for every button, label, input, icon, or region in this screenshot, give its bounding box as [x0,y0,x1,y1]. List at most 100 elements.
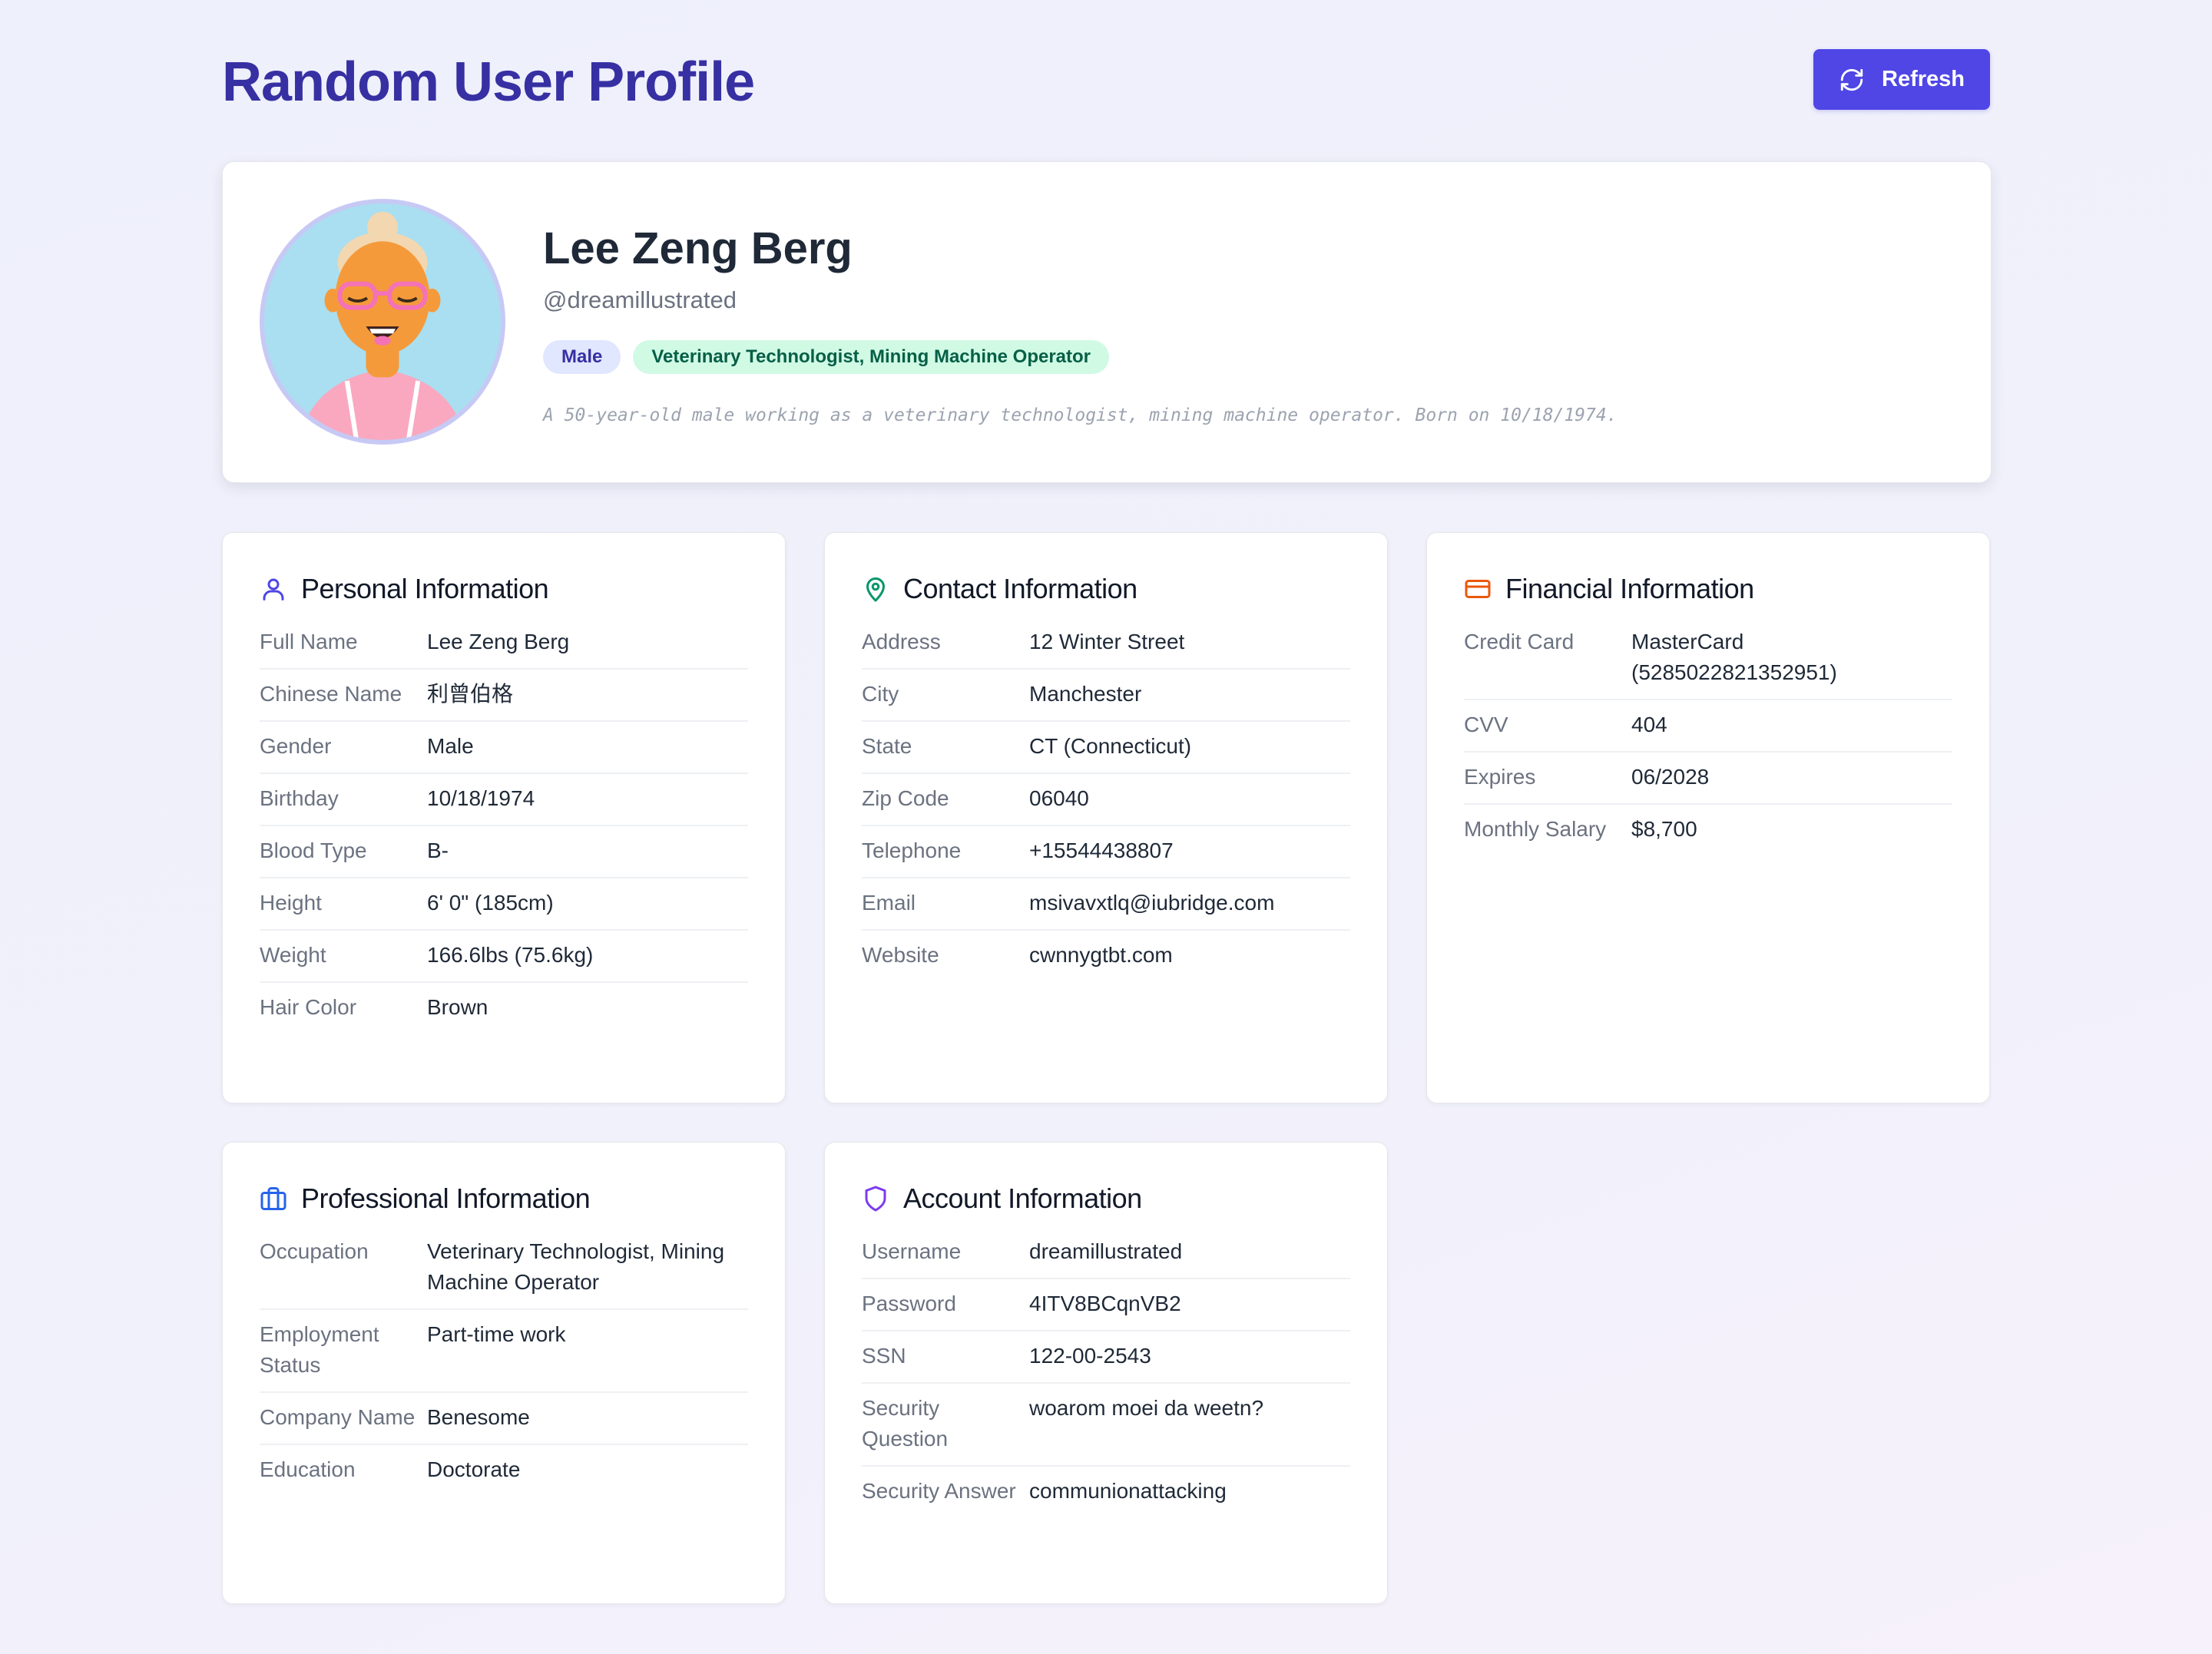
financial-info-card: Financial Information Credit Card MasterC… [1426,532,1990,1103]
map-pin-icon [866,577,885,602]
row-label: Email [862,891,916,915]
info-row: Telephone +15544438807 [862,826,1350,878]
row-value: $8,700 [1631,817,1697,841]
row-value: dreamillustrated [1029,1239,1183,1263]
row-value: 4ITV8BCqnVB2 [1029,1292,1181,1315]
profile-card: Lee Zeng Berg @dreamillustrated Male Vet… [222,161,1992,483]
info-row: Expires 06/2028 [1464,753,1952,805]
info-row: Birthday 10/18/1974 [260,774,748,826]
row-value: +15544438807 [1029,839,1174,862]
page-title: Random User Profile [222,51,755,113]
profile-summary: A 50-year-old male working as a veterina… [543,405,1618,425]
contact-info-title: Contact Information [903,573,1137,604]
row-value: Brown [427,995,488,1019]
row-value: 12 Winter Street [1029,630,1185,653]
info-row: Password 4ITV8BCqnVB2 [862,1279,1350,1331]
profile-badges: Male Veterinary Technologist, Mining Mac… [543,340,1110,374]
row-label: Birthday [260,786,339,810]
row-label: Password [862,1292,956,1315]
row-value: B- [427,839,449,862]
row-label: Username [862,1239,962,1263]
row-label: Blood Type [260,839,367,862]
info-row: Hair Color Brown [260,983,748,1034]
personal-info-card: Personal Information Full Name Lee Zeng B… [222,532,786,1103]
info-row: Blood Type B- [260,826,748,878]
row-label: State [862,734,912,758]
row-label: Education [260,1457,356,1481]
row-label: SSN [862,1344,906,1368]
profile-name: Lee Zeng Berg [543,223,853,273]
gender-badge: Male [543,340,621,374]
row-value: Doctorate [427,1457,521,1481]
row-value: Male [427,734,474,758]
row-label: Zip Code [862,786,949,810]
row-label: Telephone [862,839,962,862]
personal-info-header: Personal Information [260,571,748,607]
contact-info-card: Contact Information Address 12 Winter Str… [824,532,1388,1103]
info-row: Email msivavxtlq@iubridge.com [862,878,1350,931]
info-row: Zip Code 06040 [862,774,1350,826]
row-label: Credit Card [1464,630,1575,653]
contact-info-header: Contact Information [862,571,1350,607]
professional-info-card: Professional Information Occupation Veter… [222,1142,786,1604]
info-row: Website cwnnygtbt.com [862,931,1350,981]
professional-info-rows: Occupation Veterinary Technologist, Minin… [260,1227,748,1496]
row-label: Gender [260,734,332,758]
row-label: Occupation [260,1239,369,1263]
row-label: Company Name [260,1405,416,1429]
avatar [260,199,505,445]
row-label: Employment Status [260,1322,379,1377]
row-label: Monthly Salary [1464,817,1607,841]
account-info-title: Account Information [903,1183,1142,1214]
row-value: woarom moei da weetn? [1029,1396,1264,1420]
occupation-badge: Veterinary Technologist, Mining Machine … [633,340,1110,374]
info-row: SSN 122-00-2543 [862,1331,1350,1384]
info-row: Height 6' 0" (185cm) [260,878,748,931]
credit-card-icon [1465,580,1491,598]
account-info-header: Account Information [862,1181,1350,1216]
info-row: Employment Status Part-time work [260,1310,748,1393]
refresh-button[interactable]: Refresh [1813,49,1990,110]
info-row: Weight 166.6lbs (75.6kg) [260,931,748,983]
info-row: Company Name Benesome [260,1393,748,1445]
row-value: 122-00-2543 [1029,1344,1151,1368]
row-value: Veterinary Technologist, Mining Machine … [427,1239,725,1294]
row-label: Chinese Name [260,682,402,706]
header: Random User Profile Refresh [222,48,1990,117]
info-row: Monthly Salary $8,700 [1464,805,1952,855]
row-label: Expires [1464,765,1536,789]
row-value: communionattacking [1029,1479,1227,1503]
financial-info-title: Financial Information [1505,573,1754,604]
info-row: Address 12 Winter Street [862,617,1350,670]
row-value: 利曾伯格 [427,682,514,706]
financial-info-header: Financial Information [1464,571,1952,607]
info-row: Full Name Lee Zeng Berg [260,617,748,670]
info-row: Chinese Name 利曾伯格 [260,670,748,722]
row-label: Full Name [260,630,358,653]
info-row: Security Answer communionattacking [862,1467,1350,1517]
refresh-button-label: Refresh [1882,67,1965,91]
row-label: Weight [260,943,326,967]
row-value: CT (Connecticut) [1029,734,1192,758]
row-label: CVV [1464,713,1508,736]
contact-info-rows: Address 12 Winter Street City Manchester S… [862,617,1350,981]
row-value: Part-time work [427,1322,566,1346]
info-row: City Manchester [862,670,1350,722]
row-label: Address [862,630,941,653]
row-value: Manchester [1029,682,1142,706]
personal-info-rows: Full Name Lee Zeng Berg Chinese Name 利曾伯格 … [260,617,748,1034]
account-info-card: Account Information Username dreamillustr… [824,1142,1388,1604]
row-value: Lee Zeng Berg [427,630,570,653]
briefcase-icon [260,1187,286,1210]
row-value: 06040 [1029,786,1089,810]
info-row: Username dreamillustrated [862,1227,1350,1279]
row-value: 6' 0" (185cm) [427,891,554,915]
info-row: Credit Card MasterCard (5285022821352951) [1464,617,1952,700]
refresh-icon [1840,68,1863,91]
row-label: Hair Color [260,995,357,1019]
row-label: Security Answer [862,1479,1016,1503]
profile-handle: @dreamillustrated [543,286,737,313]
info-row: State CT (Connecticut) [862,722,1350,774]
personal-info-title: Personal Information [301,573,549,604]
row-value: MasterCard (5285022821352951) [1631,630,1837,684]
